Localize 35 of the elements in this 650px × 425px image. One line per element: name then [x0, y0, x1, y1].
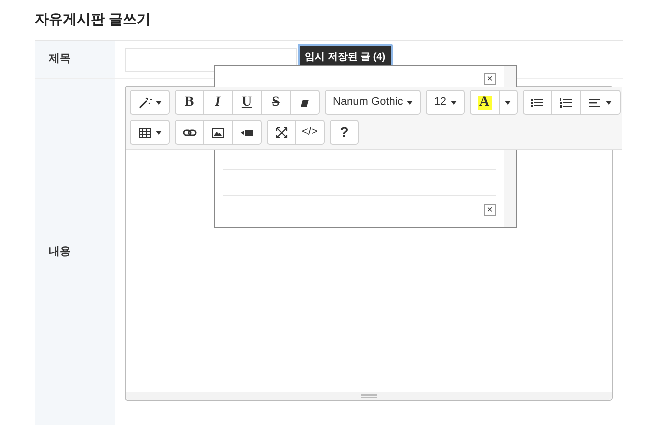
help-button[interactable]: ?: [330, 120, 359, 145]
label-cell: 내용: [35, 79, 115, 425]
eraser-button[interactable]: [291, 90, 320, 115]
label-cell: 제목: [35, 41, 115, 78]
numbered-list-icon: [558, 96, 573, 108]
grip-icon: [361, 394, 377, 398]
highlight-color-button[interactable]: A: [470, 90, 500, 115]
saved-post-row[interactable]: ×: [223, 195, 496, 216]
magic-wand-icon: [138, 96, 152, 108]
code-button[interactable]: </>: [296, 120, 325, 145]
image-button[interactable]: [204, 120, 233, 145]
table-button[interactable]: [130, 120, 170, 145]
dropdown-button[interactable]: [500, 90, 518, 115]
table-icon: [138, 126, 152, 138]
underline-button[interactable]: U: [233, 90, 262, 115]
dropdown-select[interactable]: 12: [426, 90, 465, 115]
bullets-button[interactable]: [522, 90, 552, 115]
italic-button[interactable]: I: [204, 90, 233, 115]
video-button[interactable]: [233, 120, 262, 145]
bullet-list-icon: [530, 96, 544, 108]
numbers-button[interactable]: [552, 90, 581, 115]
align-icon: [588, 96, 602, 108]
fullscreen-icon: [274, 126, 288, 138]
page-title: 자유게시판 글쓰기: [35, 10, 152, 29]
dropdown-select[interactable]: Nanum Gothic: [325, 90, 422, 115]
strike-button[interactable]: S: [262, 90, 291, 115]
image-icon: [211, 126, 225, 138]
wand-button[interactable]: [130, 90, 170, 115]
fullscreen-button[interactable]: [267, 120, 296, 145]
delete-button[interactable]: ×: [484, 204, 496, 216]
link-button[interactable]: [175, 120, 204, 145]
highlight-letter: A: [478, 96, 492, 110]
bold-button[interactable]: B: [175, 90, 204, 115]
align-button[interactable]: [580, 90, 621, 115]
close-button[interactable]: ×: [484, 73, 496, 85]
